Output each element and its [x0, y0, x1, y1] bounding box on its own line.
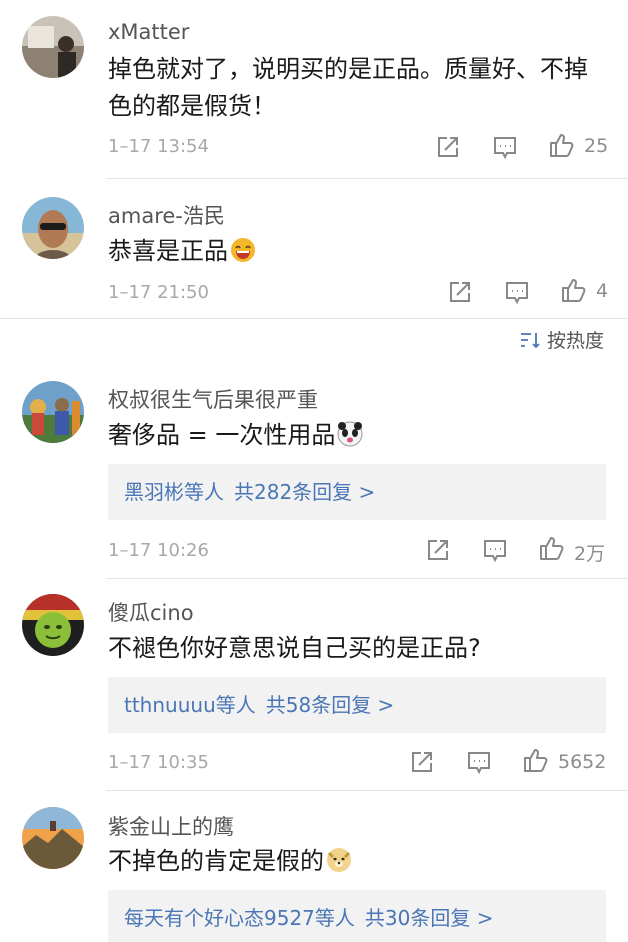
- panda-face-icon: [337, 421, 363, 447]
- replies-count: 共30条回复 >: [364, 906, 494, 930]
- comment-text: 不掉色的肯定是假的: [108, 843, 608, 880]
- share-icon[interactable]: [408, 748, 436, 776]
- replies-preview[interactable]: tthnuuuu等人 共58条回复 >: [108, 677, 606, 733]
- sort-toggle[interactable]: 按热度: [519, 326, 604, 353]
- replies-count: 共58条回复 >: [265, 693, 395, 717]
- username[interactable]: 傻瓜cino: [108, 597, 194, 627]
- replies-users: 每天有个好心态9527等人: [124, 906, 355, 930]
- like-count: 25: [584, 135, 609, 157]
- avatar[interactable]: [22, 381, 84, 443]
- replies-preview[interactable]: 黑羽彬等人 共282条回复 >: [108, 464, 606, 520]
- comment-item: xMatter 掉色就对了，说明买的是正品。质量好、不掉色的都是假货！ 1–17…: [0, 0, 628, 180]
- comment-icon[interactable]: [481, 536, 509, 564]
- avatar[interactable]: [22, 197, 84, 259]
- username[interactable]: 权叔很生气后果很严重: [108, 384, 318, 414]
- comment-item: 傻瓜cino 不褪色你好意思说自己买的是正品? tthnuuuu等人 共58条回复…: [0, 578, 628, 790]
- avatar[interactable]: [22, 594, 84, 656]
- sort-label: 按热度: [546, 330, 604, 352]
- comment-text-content: 不掉色的肯定是假的: [108, 847, 324, 875]
- comment-text: 奢侈品 = 一次性用品: [108, 417, 608, 454]
- comment-text-content: 奢侈品 = 一次性用品: [108, 421, 336, 449]
- comment-text: 不褪色你好意思说自己买的是正品?: [108, 634, 481, 662]
- comment-icon[interactable]: [465, 748, 493, 776]
- comment-feed: xMatter 掉色就对了，说明买的是正品。质量好、不掉色的都是假货！ 1–17…: [0, 0, 628, 942]
- share-icon[interactable]: [434, 133, 462, 161]
- like-count: 5652: [558, 751, 607, 773]
- share-icon[interactable]: [424, 536, 452, 564]
- comment-text-content: 恭喜是正品: [108, 237, 228, 265]
- comment-item: 权叔很生气后果很严重 奢侈品 = 一次性用品 黑羽彬等人 共282条回复 > 1–…: [0, 368, 628, 578]
- timestamp: 1–17 10:26: [108, 540, 209, 561]
- avatar[interactable]: [22, 16, 84, 78]
- laughing-face-icon: [230, 237, 256, 263]
- avatar[interactable]: [22, 807, 84, 869]
- sort-icon: [520, 332, 540, 348]
- share-icon[interactable]: [446, 278, 474, 306]
- replies-users: 黑羽彬等人: [124, 480, 224, 504]
- username[interactable]: xMatter: [108, 20, 189, 44]
- username[interactable]: 紫金山上的鹰: [108, 811, 234, 841]
- comment-text: 掉色就对了，说明买的是正品。质量好、不掉色的都是假货！: [108, 55, 588, 120]
- like-icon[interactable]: [559, 276, 587, 304]
- like-icon[interactable]: [521, 746, 549, 774]
- comment-item: amare-浩民 恭喜是正品 1–17 21:50 4: [0, 178, 628, 318]
- like-icon[interactable]: [547, 131, 575, 159]
- username[interactable]: amare-浩民: [108, 200, 225, 230]
- replies-users: tthnuuuu等人: [124, 693, 256, 717]
- like-count: 4: [596, 280, 609, 302]
- comment-icon[interactable]: [503, 278, 531, 306]
- divider: [0, 318, 628, 319]
- like-count: 2万: [574, 543, 606, 565]
- replies-count: 共282条回复 >: [234, 480, 376, 504]
- timestamp: 1–17 10:35: [108, 752, 209, 773]
- doge-face-icon: [326, 847, 352, 873]
- like-icon[interactable]: [537, 534, 565, 562]
- comment-text: 恭喜是正品: [108, 233, 608, 270]
- replies-preview[interactable]: 每天有个好心态9527等人 共30条回复 >: [108, 890, 606, 942]
- timestamp: 1–17 21:50: [108, 282, 209, 303]
- comment-icon[interactable]: [491, 133, 519, 161]
- comment-item: 紫金山上的鹰 不掉色的肯定是假的 每天有个好心态9527等人 共30条回复 >: [0, 790, 628, 942]
- timestamp: 1–17 13:54: [108, 136, 209, 157]
